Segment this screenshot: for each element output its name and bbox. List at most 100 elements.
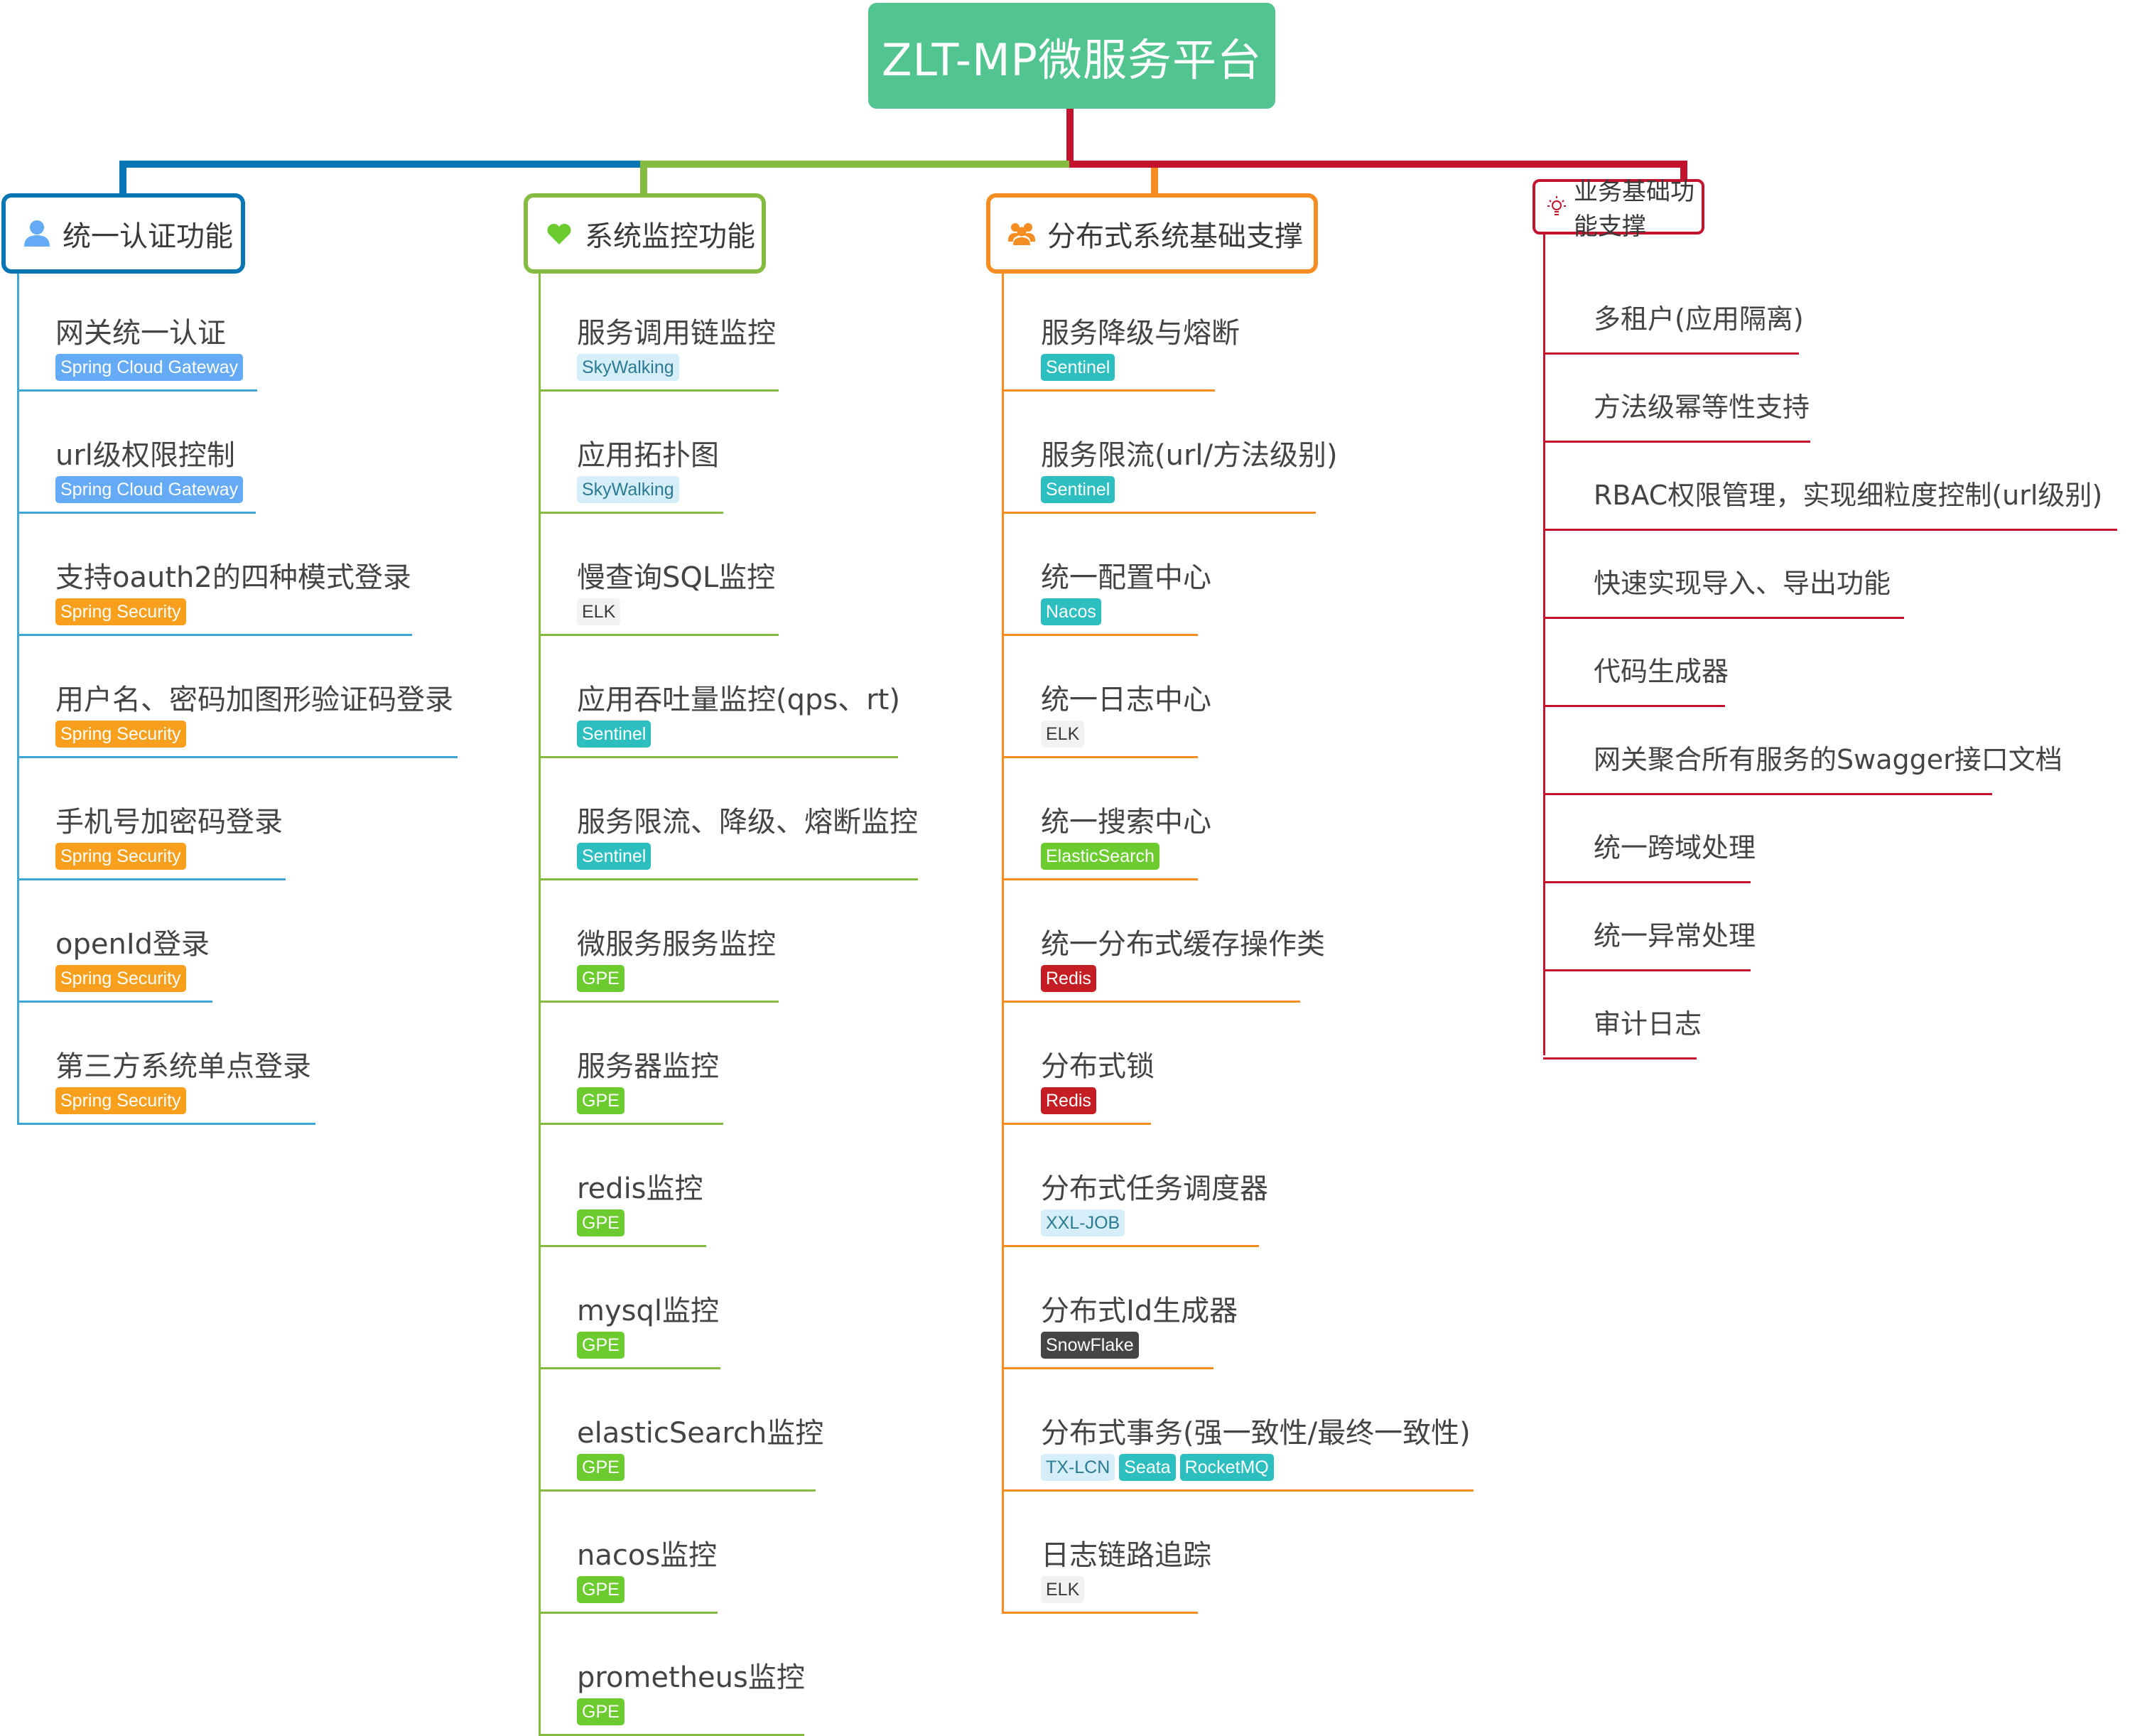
item-label: 分布式锁 [1041, 1050, 1155, 1083]
tag-group: ELK [1041, 721, 1085, 748]
item-underline [17, 878, 286, 880]
tech-tag: SkyWalking [577, 354, 679, 381]
item-label: 统一日志中心 [1041, 684, 1211, 716]
connector-distributed-drop [1151, 168, 1158, 196]
tech-tag: ELK [577, 598, 621, 625]
connector-auth [119, 161, 645, 168]
item-label: 分布式Id生成器 [1041, 1295, 1238, 1327]
category-monitor[interactable]: 系统监控功能 [524, 193, 766, 274]
tech-tag: Spring Security [55, 1087, 186, 1114]
item-underline [1543, 881, 1751, 883]
tag-group: GPE [577, 965, 625, 992]
item-underline [1002, 878, 1198, 880]
item-underline [17, 389, 257, 392]
category-title: 系统监控功能 [585, 220, 755, 253]
spine-distributed [1002, 274, 1004, 1614]
item-underline [539, 1001, 779, 1003]
category-business[interactable]: 业务基础功能支撑 [1532, 178, 1704, 241]
tag-group: GPE [577, 1698, 625, 1725]
item-label: elasticSearch监控 [577, 1417, 824, 1450]
tech-tag: GPE [577, 1454, 625, 1481]
item-label: 第三方系统单点登录 [55, 1050, 311, 1083]
tech-tag: GPE [577, 1576, 625, 1603]
tech-tag: Redis [1041, 1087, 1096, 1114]
root-node[interactable]: ZLT-MP微服务平台 [868, 3, 1275, 109]
tag-group: Sentinel [1041, 476, 1115, 503]
tag-group: Redis [1041, 965, 1096, 992]
item-underline [1002, 756, 1198, 758]
tag-group: Spring Cloud Gateway [55, 354, 244, 381]
item-label: RBAC权限管理，实现细粒度控制(url级别) [1594, 480, 2103, 511]
tech-tag: Sentinel [577, 721, 652, 748]
item-underline [1543, 1057, 1697, 1060]
item-underline [1002, 512, 1316, 514]
tag-group: XXL-JOB [1041, 1209, 1125, 1236]
item-underline [1543, 705, 1725, 707]
category-auth[interactable]: 统一认证功能 [1, 193, 245, 274]
item-label: 统一搜索中心 [1041, 806, 1211, 839]
item-label: 代码生成器 [1594, 656, 1729, 687]
spine-business [1543, 234, 1545, 1055]
tech-tag: TX-LCN [1041, 1454, 1115, 1481]
tag-group: SnowFlake [1041, 1332, 1139, 1359]
tech-tag: ELK [1041, 721, 1085, 748]
item-underline [539, 1489, 816, 1492]
root-connector [1066, 109, 1074, 167]
item-label: 多租户(应用隔离) [1594, 303, 1804, 335]
item-underline [539, 1123, 723, 1125]
item-label: 网关统一认证 [55, 317, 226, 350]
item-label: 服务降级与熔断 [1041, 317, 1240, 350]
item-underline [539, 1245, 706, 1247]
tech-tag: GPE [577, 1698, 625, 1725]
tech-tag: Sentinel [1041, 476, 1115, 503]
item-underline [539, 878, 918, 880]
tech-tag: Redis [1041, 965, 1096, 992]
tech-tag: SkyWalking [577, 476, 679, 503]
item-label: 网关聚合所有服务的Swagger接口文档 [1594, 744, 2063, 775]
tag-group: Nacos [1041, 598, 1101, 625]
item-label: 手机号加密码登录 [55, 806, 283, 839]
connector-business [1069, 161, 1687, 168]
item-underline [539, 512, 723, 514]
item-label: url级权限控制 [55, 439, 235, 472]
item-label: 应用吞吐量监控(qps、rt) [577, 684, 900, 716]
item-label: 日志链路追踪 [1041, 1539, 1211, 1572]
tech-tag: Sentinel [577, 843, 652, 870]
item-label: prometheus监控 [577, 1661, 805, 1694]
connector-auth-drop [119, 161, 126, 196]
category-title: 分布式系统基础支撑 [1047, 220, 1303, 253]
item-underline [1002, 1001, 1300, 1003]
tech-tag: Spring Security [55, 721, 186, 748]
tag-group: ELK [1041, 1576, 1085, 1603]
item-underline [1002, 634, 1198, 636]
item-underline [539, 1612, 718, 1614]
category-title: 业务基础功能支撑 [1574, 178, 1694, 241]
category-distributed[interactable]: 分布式系统基础支撑 [986, 193, 1318, 274]
item-label: 统一异常处理 [1594, 920, 1756, 951]
item-underline [17, 756, 458, 758]
item-underline [1002, 1245, 1259, 1247]
item-underline [1543, 793, 1992, 795]
heart-icon [544, 218, 575, 249]
tag-group: Spring Security [55, 843, 186, 870]
tech-tag: ELK [1041, 1576, 1085, 1603]
tech-tag: ElasticSearch [1041, 843, 1159, 870]
tag-group: Redis [1041, 1087, 1096, 1114]
tag-group: Spring Security [55, 1087, 186, 1114]
tag-group: Spring Security [55, 598, 186, 625]
tag-group: Spring Security [55, 721, 186, 748]
tech-tag: SnowFlake [1041, 1332, 1139, 1359]
item-label: mysql监控 [577, 1295, 719, 1327]
tag-group: SkyWalking [577, 476, 679, 503]
tag-group: Spring Cloud Gateway [55, 476, 244, 503]
item-underline [1543, 529, 2117, 531]
tech-tag: Spring Cloud Gateway [55, 476, 244, 503]
tag-group: GPE [577, 1087, 625, 1114]
item-label: 慢查询SQL监控 [577, 561, 776, 594]
item-label: 分布式事务(强一致性/最终一致性) [1041, 1417, 1471, 1450]
root-title: ZLT-MP微服务平台 [882, 33, 1262, 86]
item-underline [1002, 1612, 1198, 1614]
item-underline [17, 1001, 212, 1003]
item-underline [17, 634, 412, 636]
item-underline [17, 512, 256, 514]
